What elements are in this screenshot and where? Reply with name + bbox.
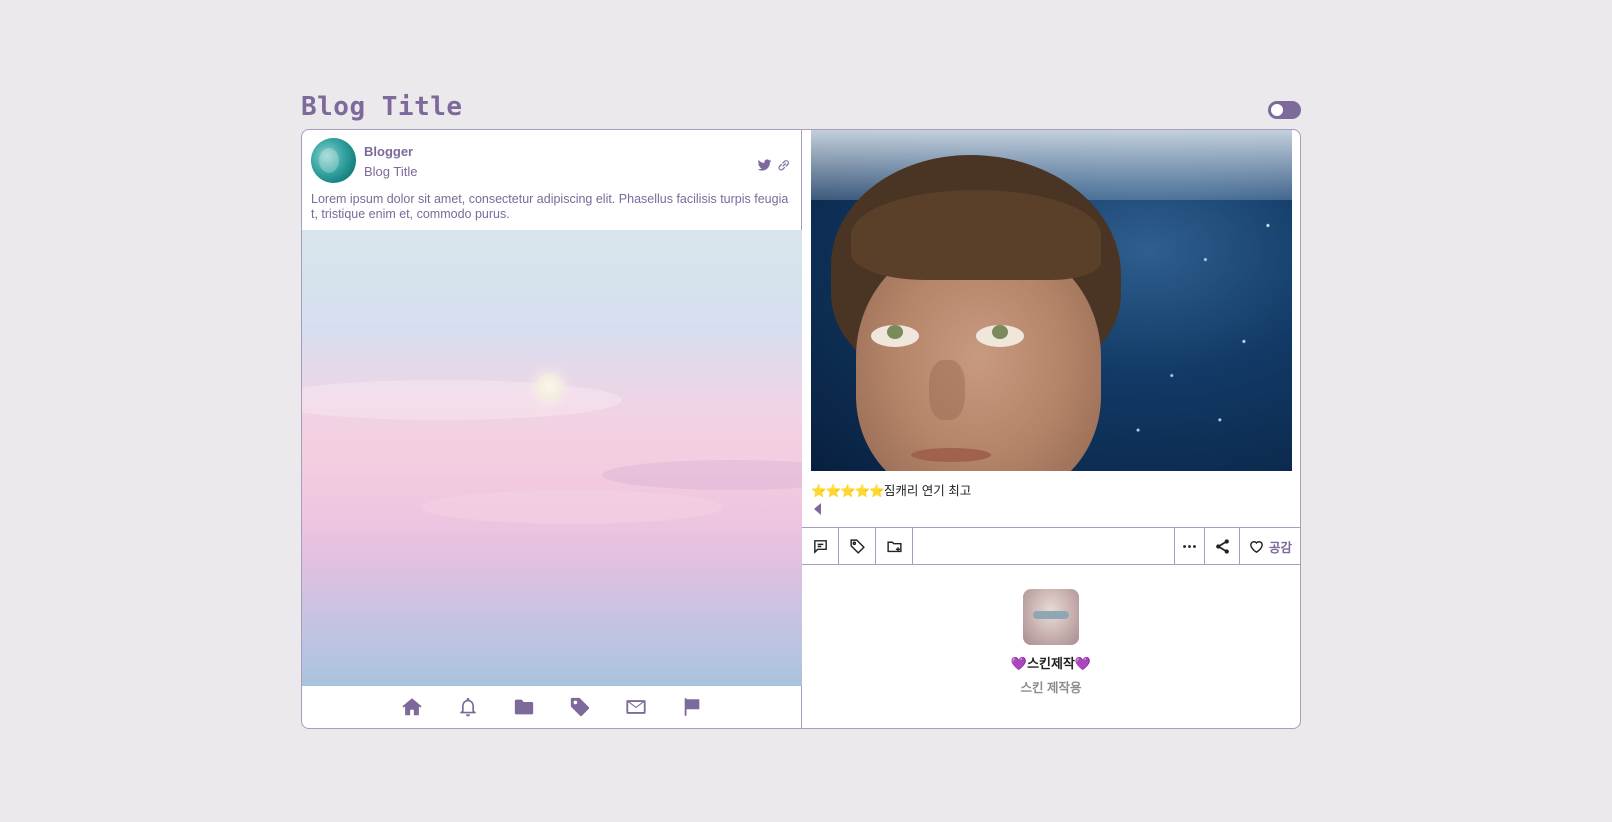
tag-button[interactable] (839, 528, 876, 565)
blog-title[interactable]: Blog Title (301, 92, 463, 122)
tag-icon[interactable] (569, 696, 591, 718)
folder-icon[interactable] (513, 696, 535, 718)
author-name-text: 스킨제작 (1027, 656, 1075, 671)
review-text: 짐캐리 연기 최고 (883, 484, 972, 498)
blog-frame: Blogger Blog Title Lorem ipsum dolor sit… (301, 129, 1301, 729)
toggle-knob (1271, 104, 1283, 116)
folder-add-icon (886, 541, 902, 553)
blog-description: Lorem ipsum dolor sit amet, consectetur … (311, 192, 789, 221)
blogger-name[interactable]: Blogger (364, 144, 413, 159)
rating-stars: ⭐⭐⭐⭐⭐ (811, 484, 885, 498)
profile-header: Blogger Blog Title (311, 138, 791, 188)
post-review: ⭐⭐⭐⭐⭐짐캐리 연기 최고 (811, 480, 971, 499)
like-label: 공감 (1268, 541, 1292, 555)
post-toolbar: 공감 (802, 527, 1300, 565)
share-icon (1215, 539, 1229, 554)
link-icon[interactable] (776, 158, 791, 173)
social-links (757, 158, 791, 173)
blogger-avatar[interactable] (311, 138, 356, 183)
tag-outline-icon (849, 539, 865, 554)
add-to-folder-button[interactable] (876, 528, 913, 565)
comment-button[interactable] (802, 528, 839, 565)
mail-icon[interactable] (625, 696, 647, 718)
collapse-arrow-icon[interactable] (814, 503, 821, 515)
twitter-icon[interactable] (757, 158, 772, 173)
dark-mode-toggle[interactable] (1268, 101, 1301, 119)
flag-icon[interactable] (681, 696, 703, 718)
more-dots-icon (1183, 545, 1196, 548)
purple-heart-icon: 💜 (1074, 656, 1092, 671)
share-button[interactable] (1205, 528, 1240, 565)
like-button[interactable]: 공감 (1240, 528, 1300, 565)
author-avatar[interactable] (1023, 589, 1079, 645)
purple-heart-icon: 💜 (1010, 656, 1028, 671)
comment-icon (813, 540, 827, 554)
more-button[interactable] (1174, 528, 1205, 565)
author-name[interactable]: 💜스킨제작💜 (802, 653, 1300, 672)
post-image (811, 130, 1292, 471)
left-panel: Blogger Blog Title Lorem ipsum dolor sit… (302, 130, 802, 728)
moon (535, 373, 563, 401)
home-icon[interactable] (401, 696, 423, 718)
author-card: 💜스킨제작💜 스킨 제작용 (802, 589, 1300, 696)
bell-icon[interactable] (457, 696, 479, 718)
heart-icon (1250, 541, 1263, 553)
right-panel: ⭐⭐⭐⭐⭐짐캐리 연기 최고 공감 💜스킨제작💜 스킨 제작용 (802, 130, 1300, 728)
author-subtitle: 스킨 제작용 (1020, 681, 1082, 695)
bottom-nav (302, 686, 802, 728)
blogger-blog-title: Blog Title (364, 164, 418, 179)
cover-image (302, 230, 802, 686)
